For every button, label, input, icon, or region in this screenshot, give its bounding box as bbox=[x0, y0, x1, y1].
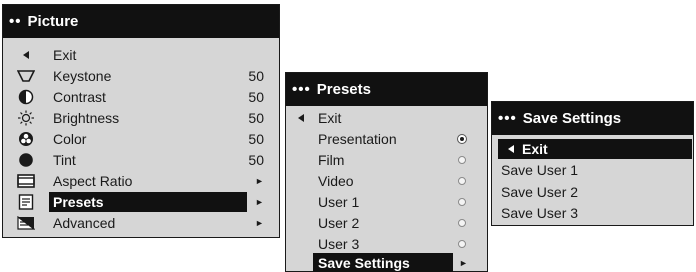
save-item-exit[interactable]: Exit bbox=[498, 139, 692, 159]
picture-item-keystone[interactable]: Keystone 50 bbox=[3, 66, 279, 86]
picture-item-color[interactable]: Color 50 bbox=[3, 129, 279, 149]
picture-item-label: Color bbox=[53, 131, 87, 147]
save-settings-menu: ••• Save Settings Exit Save User 1 Save U… bbox=[491, 101, 694, 226]
back-arrow-icon bbox=[292, 110, 310, 126]
radio-icon[interactable] bbox=[458, 240, 466, 248]
radio-icon[interactable] bbox=[458, 219, 466, 227]
presets-item-label: User 2 bbox=[318, 215, 360, 231]
radio-icon[interactable] bbox=[458, 177, 466, 185]
picture-item-label: Brightness bbox=[53, 110, 120, 126]
presets-item-label: User 1 bbox=[318, 194, 360, 210]
contrast-value: 50 bbox=[248, 89, 264, 105]
picture-item-label: Presets bbox=[53, 194, 104, 210]
picture-item-presets[interactable]: Presets ► bbox=[3, 192, 279, 212]
picture-menu: •• Picture Exit Keystone 50 Contrast 50 B… bbox=[2, 4, 280, 238]
tint-icon bbox=[17, 152, 35, 168]
presets-item-video[interactable]: Video bbox=[286, 171, 487, 191]
advanced-icon bbox=[17, 215, 35, 231]
presets-menu-header: ••• Presets bbox=[286, 73, 487, 106]
back-arrow-icon bbox=[502, 141, 520, 157]
picture-item-advanced[interactable]: Advanced ► bbox=[3, 213, 279, 233]
picture-item-label: Keystone bbox=[53, 68, 112, 84]
submenu-arrow-icon: ► bbox=[459, 258, 468, 268]
save-item-user-2[interactable]: Save User 2 bbox=[492, 182, 693, 202]
presets-item-film[interactable]: Film bbox=[286, 150, 487, 170]
color-value: 50 bbox=[248, 131, 264, 147]
presets-item-label: Video bbox=[318, 173, 354, 189]
picture-item-label: Exit bbox=[53, 47, 77, 63]
keystone-icon bbox=[17, 68, 35, 84]
submenu-arrow-icon: ► bbox=[255, 218, 264, 228]
picture-menu-title: Picture bbox=[27, 13, 79, 30]
picture-item-aspect-ratio[interactable]: Aspect Ratio ► bbox=[3, 171, 279, 191]
contrast-icon bbox=[17, 89, 35, 105]
picture-item-tint[interactable]: Tint 50 bbox=[3, 150, 279, 170]
presets-item-presentation[interactable]: Presentation bbox=[286, 129, 487, 149]
presets-menu: ••• Presets Exit Presentation Film Video … bbox=[285, 72, 488, 272]
presets-item-user-3[interactable]: User 3 bbox=[286, 234, 487, 254]
presets-item-label: Exit bbox=[318, 110, 342, 126]
picture-menu-header: •• Picture bbox=[3, 5, 279, 38]
save-settings-menu-title: Save Settings bbox=[522, 110, 622, 127]
presets-item-save-settings[interactable]: Save Settings ► bbox=[286, 253, 487, 272]
presets-item-user-2[interactable]: User 2 bbox=[286, 213, 487, 233]
picture-item-label: Tint bbox=[53, 152, 76, 168]
presets-item-label: Presentation bbox=[318, 131, 397, 147]
menu-dots: •• bbox=[9, 13, 22, 30]
presets-item-label: User 3 bbox=[318, 236, 360, 252]
radio-icon[interactable] bbox=[458, 156, 466, 164]
picture-item-label: Advanced bbox=[53, 215, 116, 231]
presets-item-label: Save Settings bbox=[318, 255, 410, 271]
save-item-label: Save User 2 bbox=[501, 184, 579, 200]
save-settings-menu-header: ••• Save Settings bbox=[492, 102, 693, 135]
submenu-arrow-icon: ► bbox=[255, 197, 264, 207]
picture-item-label: Aspect Ratio bbox=[53, 173, 133, 189]
color-icon bbox=[17, 131, 35, 147]
presets-menu-title: Presets bbox=[316, 81, 371, 98]
tint-value: 50 bbox=[248, 152, 264, 168]
save-item-user-3[interactable]: Save User 3 bbox=[492, 203, 693, 223]
radio-icon[interactable] bbox=[458, 198, 466, 206]
radio-selected-icon[interactable] bbox=[457, 134, 467, 144]
presets-item-exit[interactable]: Exit bbox=[286, 108, 487, 128]
save-item-label: Save User 3 bbox=[501, 205, 579, 221]
save-item-user-1[interactable]: Save User 1 bbox=[492, 160, 693, 180]
picture-item-label: Contrast bbox=[53, 89, 106, 105]
submenu-arrow-icon: ► bbox=[255, 176, 264, 186]
brightness-value: 50 bbox=[248, 110, 264, 126]
presets-item-label: Film bbox=[318, 152, 345, 168]
presets-icon bbox=[17, 194, 35, 210]
aspect-ratio-icon bbox=[17, 173, 35, 189]
brightness-icon bbox=[17, 110, 35, 126]
save-item-label: Save User 1 bbox=[501, 162, 579, 178]
presets-item-user-1[interactable]: User 1 bbox=[286, 192, 487, 212]
save-item-label: Exit bbox=[522, 141, 548, 157]
picture-item-contrast[interactable]: Contrast 50 bbox=[3, 87, 279, 107]
picture-item-brightness[interactable]: Brightness 50 bbox=[3, 108, 279, 128]
back-arrow-icon bbox=[17, 47, 35, 63]
menu-dots: ••• bbox=[498, 110, 517, 127]
menu-dots: ••• bbox=[292, 81, 311, 98]
picture-item-exit[interactable]: Exit bbox=[3, 45, 279, 65]
keystone-value: 50 bbox=[248, 68, 264, 84]
